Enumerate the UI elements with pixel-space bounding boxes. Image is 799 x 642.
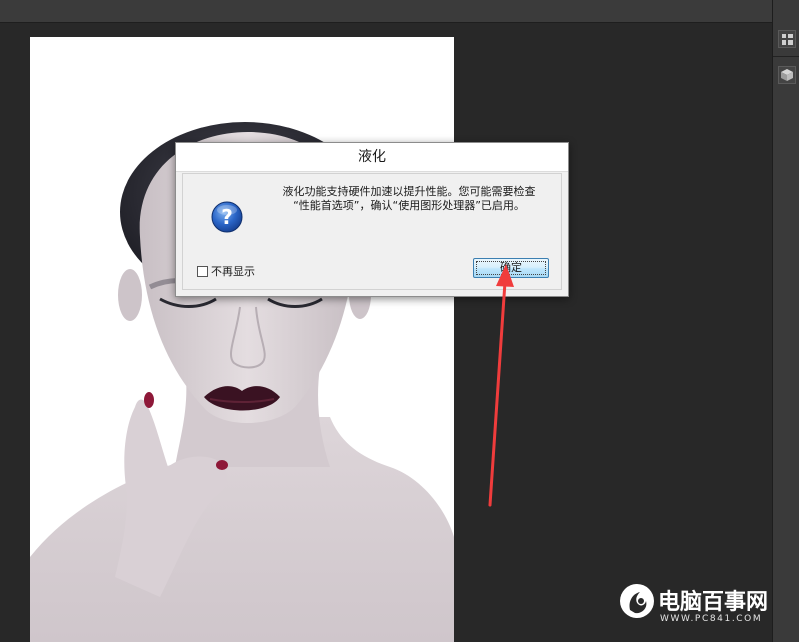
photoshop-workspace: 液化 ? 液化功能支持硬件加速以提升性能。您可能需要检查 “性能首选项”，确认“…	[0, 0, 799, 642]
dont-show-again[interactable]: 不再显示	[197, 264, 255, 278]
dont-show-label: 不再显示	[211, 265, 255, 278]
cube-icon	[781, 69, 793, 81]
site-watermark: 电脑百事网 WWW.PC841.COM	[618, 580, 778, 630]
watermark-url: WWW.PC841.COM	[660, 614, 763, 624]
panel-separator	[773, 56, 799, 57]
svg-text:?: ?	[221, 205, 233, 229]
right-panel-dock	[772, 0, 799, 642]
watermark-title: 电脑百事网	[658, 590, 769, 615]
ok-button-label: 确定	[500, 261, 522, 274]
liquify-dialog: 液化 ? 液化功能支持硬件加速以提升性能。您可能需要检查 “性能首选项”，确认“…	[175, 142, 569, 297]
panel-3d-cube-icon[interactable]	[778, 66, 796, 84]
question-icon: ?	[211, 201, 243, 233]
dialog-content: ? 液化功能支持硬件加速以提升性能。您可能需要检查 “性能首选项”，确认“使用图…	[182, 173, 562, 290]
site-logo-icon	[620, 584, 654, 618]
ok-button[interactable]: 确定	[473, 258, 549, 278]
document-tab-strip	[0, 0, 772, 23]
dont-show-checkbox[interactable]	[197, 265, 208, 277]
dialog-title: 液化	[176, 143, 568, 172]
panel-layout-icon[interactable]	[778, 30, 796, 48]
portrait-photo	[30, 122, 454, 642]
dialog-message: 液化功能支持硬件加速以提升性能。您可能需要检查 “性能首选项”，确认“使用图形处…	[282, 185, 536, 212]
document-canvas[interactable]	[30, 37, 454, 642]
